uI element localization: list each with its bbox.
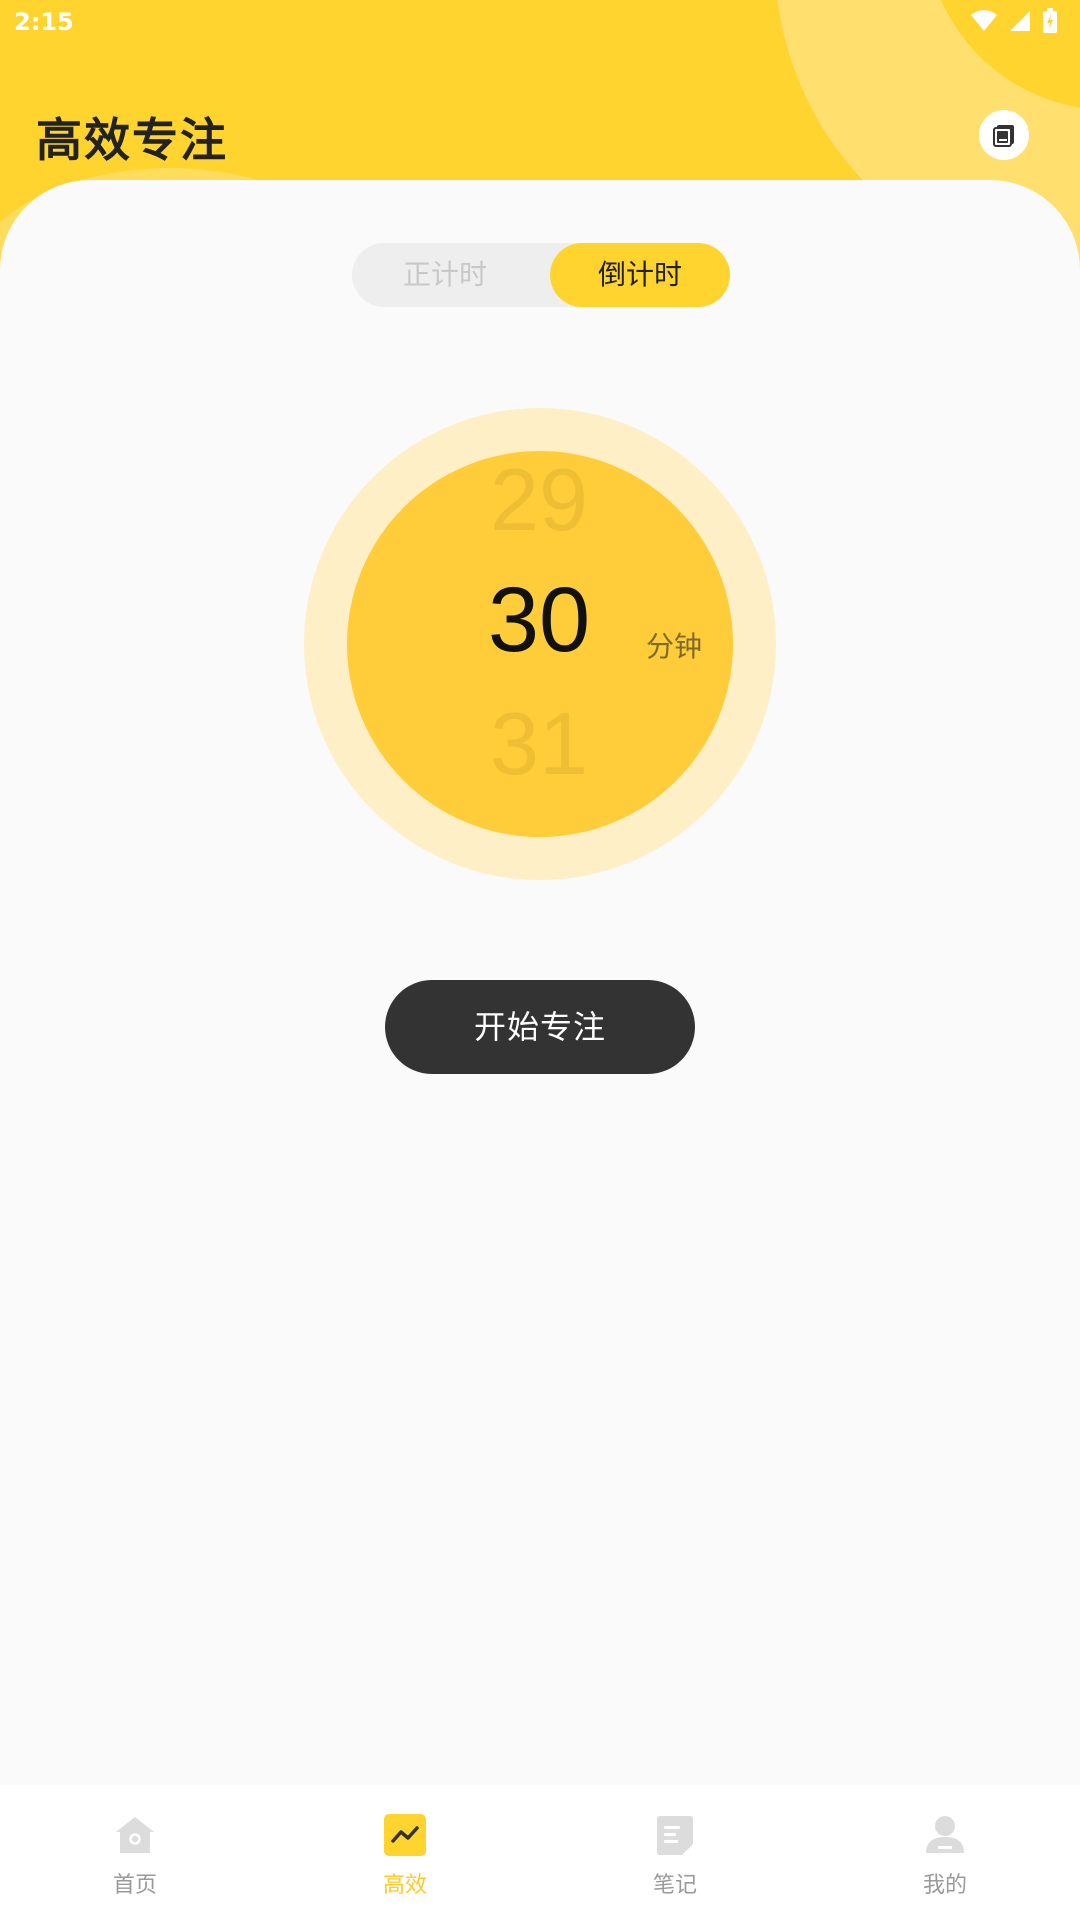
start-focus-button[interactable]: 开始专注 bbox=[385, 980, 695, 1074]
nav-label-profile: 我的 bbox=[922, 1873, 967, 1898]
status-time: 2:15 bbox=[14, 8, 74, 36]
mode-toggle: 正计时 倒计时 bbox=[352, 243, 730, 307]
wifi-icon bbox=[971, 10, 997, 31]
picker-prev-value[interactable]: 29 bbox=[439, 450, 639, 550]
nav-item-notes[interactable]: 笔记 bbox=[540, 1785, 810, 1920]
picker-unit: 分钟 bbox=[646, 630, 703, 663]
tab-count-down[interactable]: 倒计时 bbox=[550, 243, 730, 307]
picker-next-value[interactable]: 31 bbox=[439, 694, 639, 794]
nav-label-home: 首页 bbox=[112, 1873, 157, 1898]
notebook-button[interactable] bbox=[979, 110, 1029, 160]
status-icons bbox=[970, 8, 1058, 34]
page-title: 高效专注 bbox=[36, 113, 228, 167]
notebook-icon bbox=[993, 125, 1014, 147]
nav-item-home[interactable]: 首页 bbox=[0, 1785, 270, 1920]
signal-icon bbox=[1010, 11, 1030, 31]
trend-icon bbox=[384, 1814, 426, 1856]
picker-current-value[interactable]: 30 bbox=[439, 570, 639, 670]
status-bar: 2:15 bbox=[0, 0, 1080, 44]
bottom-nav: 首页 高效 笔记 我的 bbox=[0, 1785, 1080, 1920]
user-icon bbox=[926, 1816, 964, 1853]
nav-item-profile[interactable]: 我的 bbox=[810, 1785, 1080, 1920]
nav-label-notes: 笔记 bbox=[652, 1873, 697, 1898]
battery-icon bbox=[1043, 8, 1057, 33]
nav-item-efficiency[interactable]: 高效 bbox=[270, 1785, 540, 1920]
screen: 2:15 高效专注 正计时 倒计时 29 30 31 分钟 开始专注 首页 高效… bbox=[0, 0, 1080, 1920]
note-icon bbox=[657, 1816, 693, 1855]
nav-label-efficiency: 高效 bbox=[382, 1873, 427, 1898]
tab-count-up[interactable]: 正计时 bbox=[352, 243, 538, 307]
home-icon bbox=[116, 1817, 154, 1853]
